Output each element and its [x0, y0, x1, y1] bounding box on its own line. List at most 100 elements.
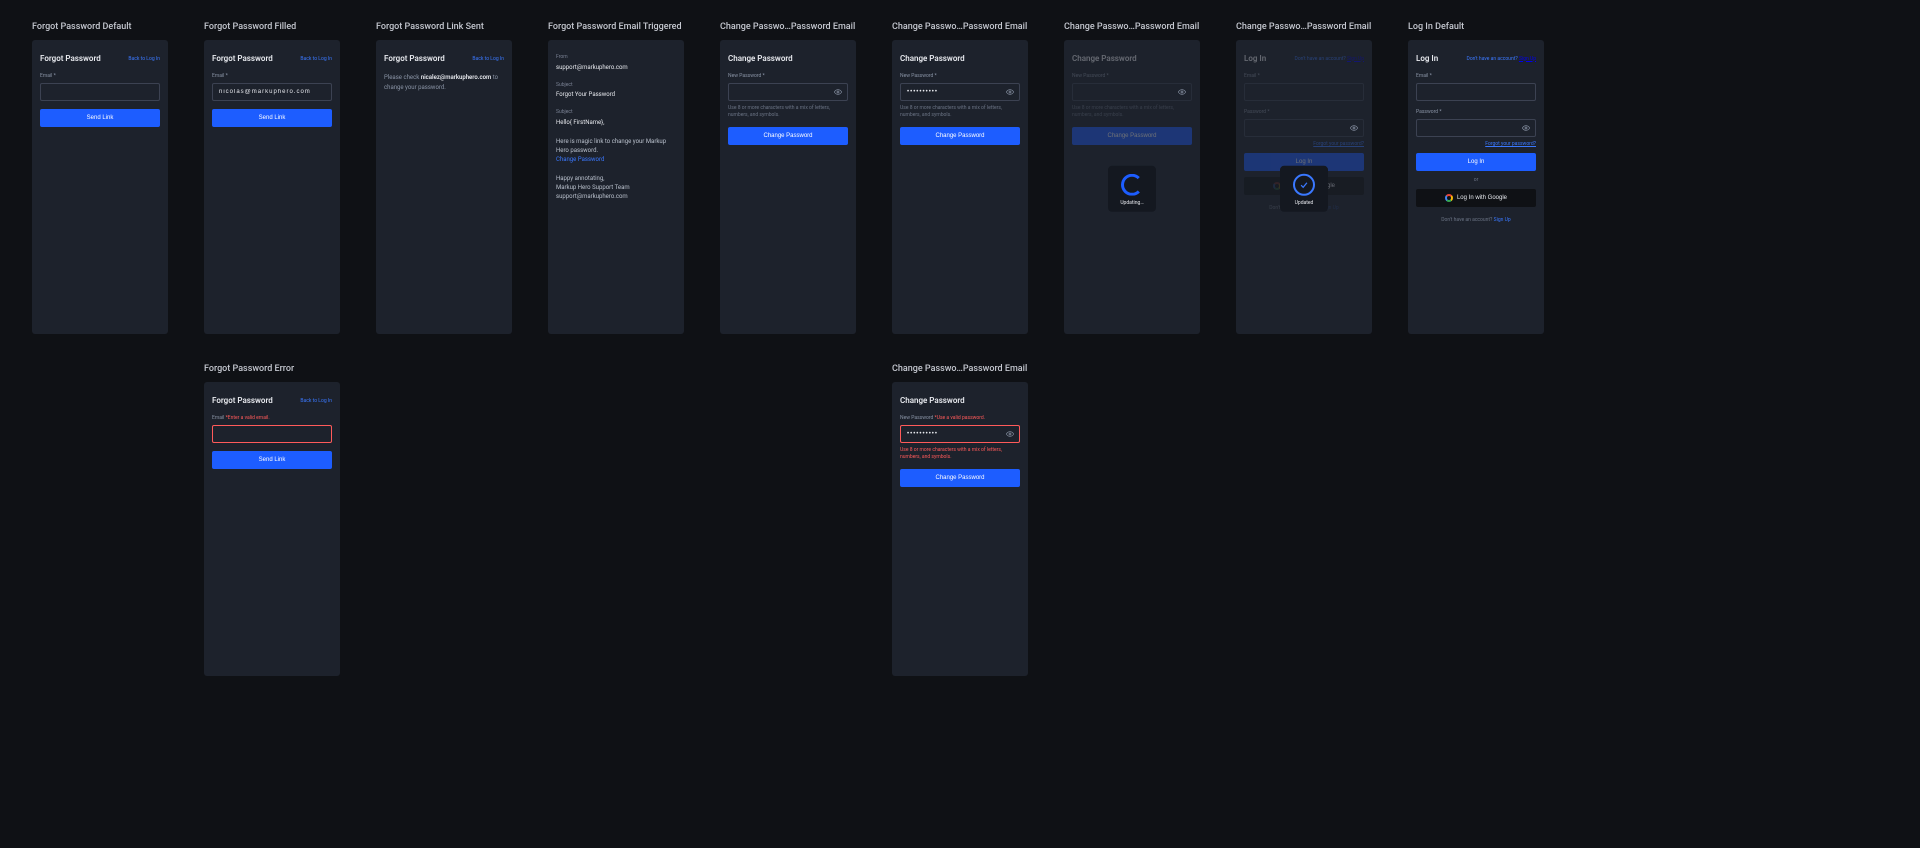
screen-label: Change Passwo…Password Email — [1064, 22, 1200, 32]
password-helper: Use 8 or more characters with a mix of l… — [1072, 105, 1192, 119]
toggle-visibility-icon[interactable] — [1006, 88, 1014, 96]
email-input[interactable] — [212, 83, 332, 101]
login-with-google-button[interactable]: Log In with Google — [1416, 189, 1536, 207]
forgot-password-link: Forgot your password? — [1244, 141, 1364, 147]
toggle-visibility-icon[interactable] — [1522, 124, 1530, 132]
back-to-login-link[interactable]: Back to Log In — [300, 56, 332, 62]
card-title: Forgot Password — [212, 54, 273, 63]
toggle-visibility-icon — [1350, 124, 1358, 132]
toggle-visibility-icon — [1178, 88, 1186, 96]
email-signoff-3: support@markuphero.com — [556, 192, 676, 201]
password-helper: Use 8 or more characters with a mix of l… — [900, 447, 1020, 461]
card: Forgot Password Back to Log In Email * S… — [204, 40, 340, 334]
email-label: Email * — [1244, 73, 1364, 79]
card: Forgot Password Back to Log In Email * S… — [32, 40, 168, 334]
email-body-line: Here is magic link to change your Markup… — [556, 137, 676, 155]
new-password-label: New Password * — [728, 73, 848, 79]
new-password-label: New Password * — [1072, 73, 1192, 79]
screen-forgot-password-default: Forgot Password Default Forgot Password … — [32, 22, 168, 334]
card-title: Forgot Password — [384, 54, 445, 63]
or-divider: or — [1416, 177, 1536, 183]
card-title: Forgot Password — [40, 54, 101, 63]
screen-label: Forgot Password Default — [32, 22, 168, 32]
toggle-visibility-icon[interactable] — [1006, 430, 1014, 438]
screen-change-password-default: Change Passwo…Password Email Change Pass… — [720, 22, 856, 334]
screen-forgot-password-filled: Forgot Password Filled Forgot Password B… — [204, 22, 340, 334]
password-input — [1244, 119, 1364, 137]
email-signoff-1: Happy annotating, — [556, 174, 676, 183]
send-link-button[interactable]: Send Link — [212, 109, 332, 127]
card-title: Log In — [1416, 54, 1438, 63]
email-input[interactable] — [212, 425, 332, 443]
new-password-input[interactable] — [728, 83, 848, 101]
screen-forgot-password-error: Forgot Password Error Forgot Password Ba… — [204, 364, 340, 676]
card-title: Change Password — [1072, 54, 1137, 63]
password-error-text: *Use a valid password. — [935, 415, 986, 421]
signup-link[interactable]: Sign Up — [1519, 56, 1536, 62]
change-password-button[interactable]: Change Password — [900, 469, 1020, 487]
back-to-login-link[interactable]: Back to Log In — [128, 56, 160, 62]
email-label: Email *Enter a valid email. — [212, 415, 332, 421]
google-icon — [1445, 194, 1453, 202]
toast-text: Updated — [1295, 200, 1314, 206]
email-error-text: *Enter a valid email. — [226, 415, 270, 421]
card: Change Password New Password * Use 8 or … — [1064, 40, 1200, 334]
email-greeting: Hello{ FirstName}, — [556, 118, 676, 127]
card: Change Password New Password *Use a vali… — [892, 382, 1028, 676]
new-password-input[interactable] — [900, 425, 1020, 443]
card: Log In Don't have an account? Sign Up Em… — [1408, 40, 1544, 334]
signup-prompt: Don't have an account? Sign Up — [1295, 56, 1364, 62]
updated-toast: Updated — [1280, 166, 1328, 212]
password-label: Password * — [1416, 109, 1536, 115]
screen-label: Change Passwo…Password Email — [892, 364, 1028, 374]
screen-label: Forgot Password Link Sent — [376, 22, 512, 32]
email-from-value: support@markuphero.com — [556, 63, 676, 72]
screen-label: Change Passwo…Password Email — [892, 22, 1028, 32]
login-button[interactable]: Log In — [1416, 153, 1536, 171]
new-password-label: New Password *Use a valid password. — [900, 415, 1020, 421]
password-helper: Use 8 or more characters with a mix of l… — [728, 105, 848, 119]
toggle-visibility-icon[interactable] — [834, 88, 842, 96]
signup-footer: Don't have an account? Sign Up — [1416, 217, 1536, 223]
email-signoff-2: Markup Hero Support Team — [556, 183, 676, 192]
card-title: Log In — [1244, 54, 1266, 63]
email-input[interactable] — [40, 83, 160, 101]
email-from-label: From — [556, 54, 676, 62]
back-to-login-link[interactable]: Back to Log In — [300, 398, 332, 404]
toast-text: Updating… — [1120, 200, 1143, 206]
email-input[interactable] — [1416, 83, 1536, 101]
password-input[interactable] — [1416, 119, 1536, 137]
screen-change-password-updating: Change Passwo…Password Email Change Pass… — [1064, 22, 1200, 334]
password-helper: Use 8 or more characters with a mix of l… — [900, 105, 1020, 119]
new-password-input[interactable] — [900, 83, 1020, 101]
card-title: Change Password — [900, 54, 965, 63]
screen-forgot-password-email-triggered: Forgot Password Email Triggered From sup… — [548, 22, 684, 334]
card: Forgot Password Back to Log In Please ch… — [376, 40, 512, 334]
change-password-link[interactable]: Change Password — [556, 156, 604, 163]
screen-change-password-updated: Change Passwo…Password Email Log In Don'… — [1236, 22, 1372, 334]
send-link-button[interactable]: Send Link — [212, 451, 332, 469]
artboard-grid: Forgot Password Default Forgot Password … — [32, 22, 1888, 676]
card-title: Change Password — [900, 396, 965, 405]
forgot-password-link[interactable]: Forgot your password? — [1416, 141, 1536, 147]
screen-change-password-error: Change Passwo…Password Email Change Pass… — [892, 364, 1028, 676]
signup-link: Sign Up — [1347, 56, 1364, 62]
send-link-button[interactable]: Send Link — [40, 109, 160, 127]
new-password-label: New Password * — [900, 73, 1020, 79]
email-label: Email * — [212, 73, 332, 79]
change-password-button[interactable]: Change Password — [728, 127, 848, 145]
email-subject2-label: Subject — [556, 109, 676, 117]
email-input — [1244, 83, 1364, 101]
check-icon — [1293, 174, 1315, 196]
confirmation-text: Please check nicalez@markuphero.com to c… — [384, 73, 504, 92]
spinner-icon — [1121, 174, 1143, 196]
email-label: Email * — [1416, 73, 1536, 79]
card-title: Forgot Password — [212, 396, 273, 405]
screen-label: Forgot Password Filled — [204, 22, 340, 32]
screen-label: Log In Default — [1408, 22, 1544, 32]
email-label: Email * — [40, 73, 160, 79]
change-password-button[interactable]: Change Password — [900, 127, 1020, 145]
email-subject-value: Forgot Your Password — [556, 90, 676, 99]
back-to-login-link[interactable]: Back to Log In — [472, 56, 504, 62]
signup-link-bottom[interactable]: Sign Up — [1494, 217, 1511, 223]
